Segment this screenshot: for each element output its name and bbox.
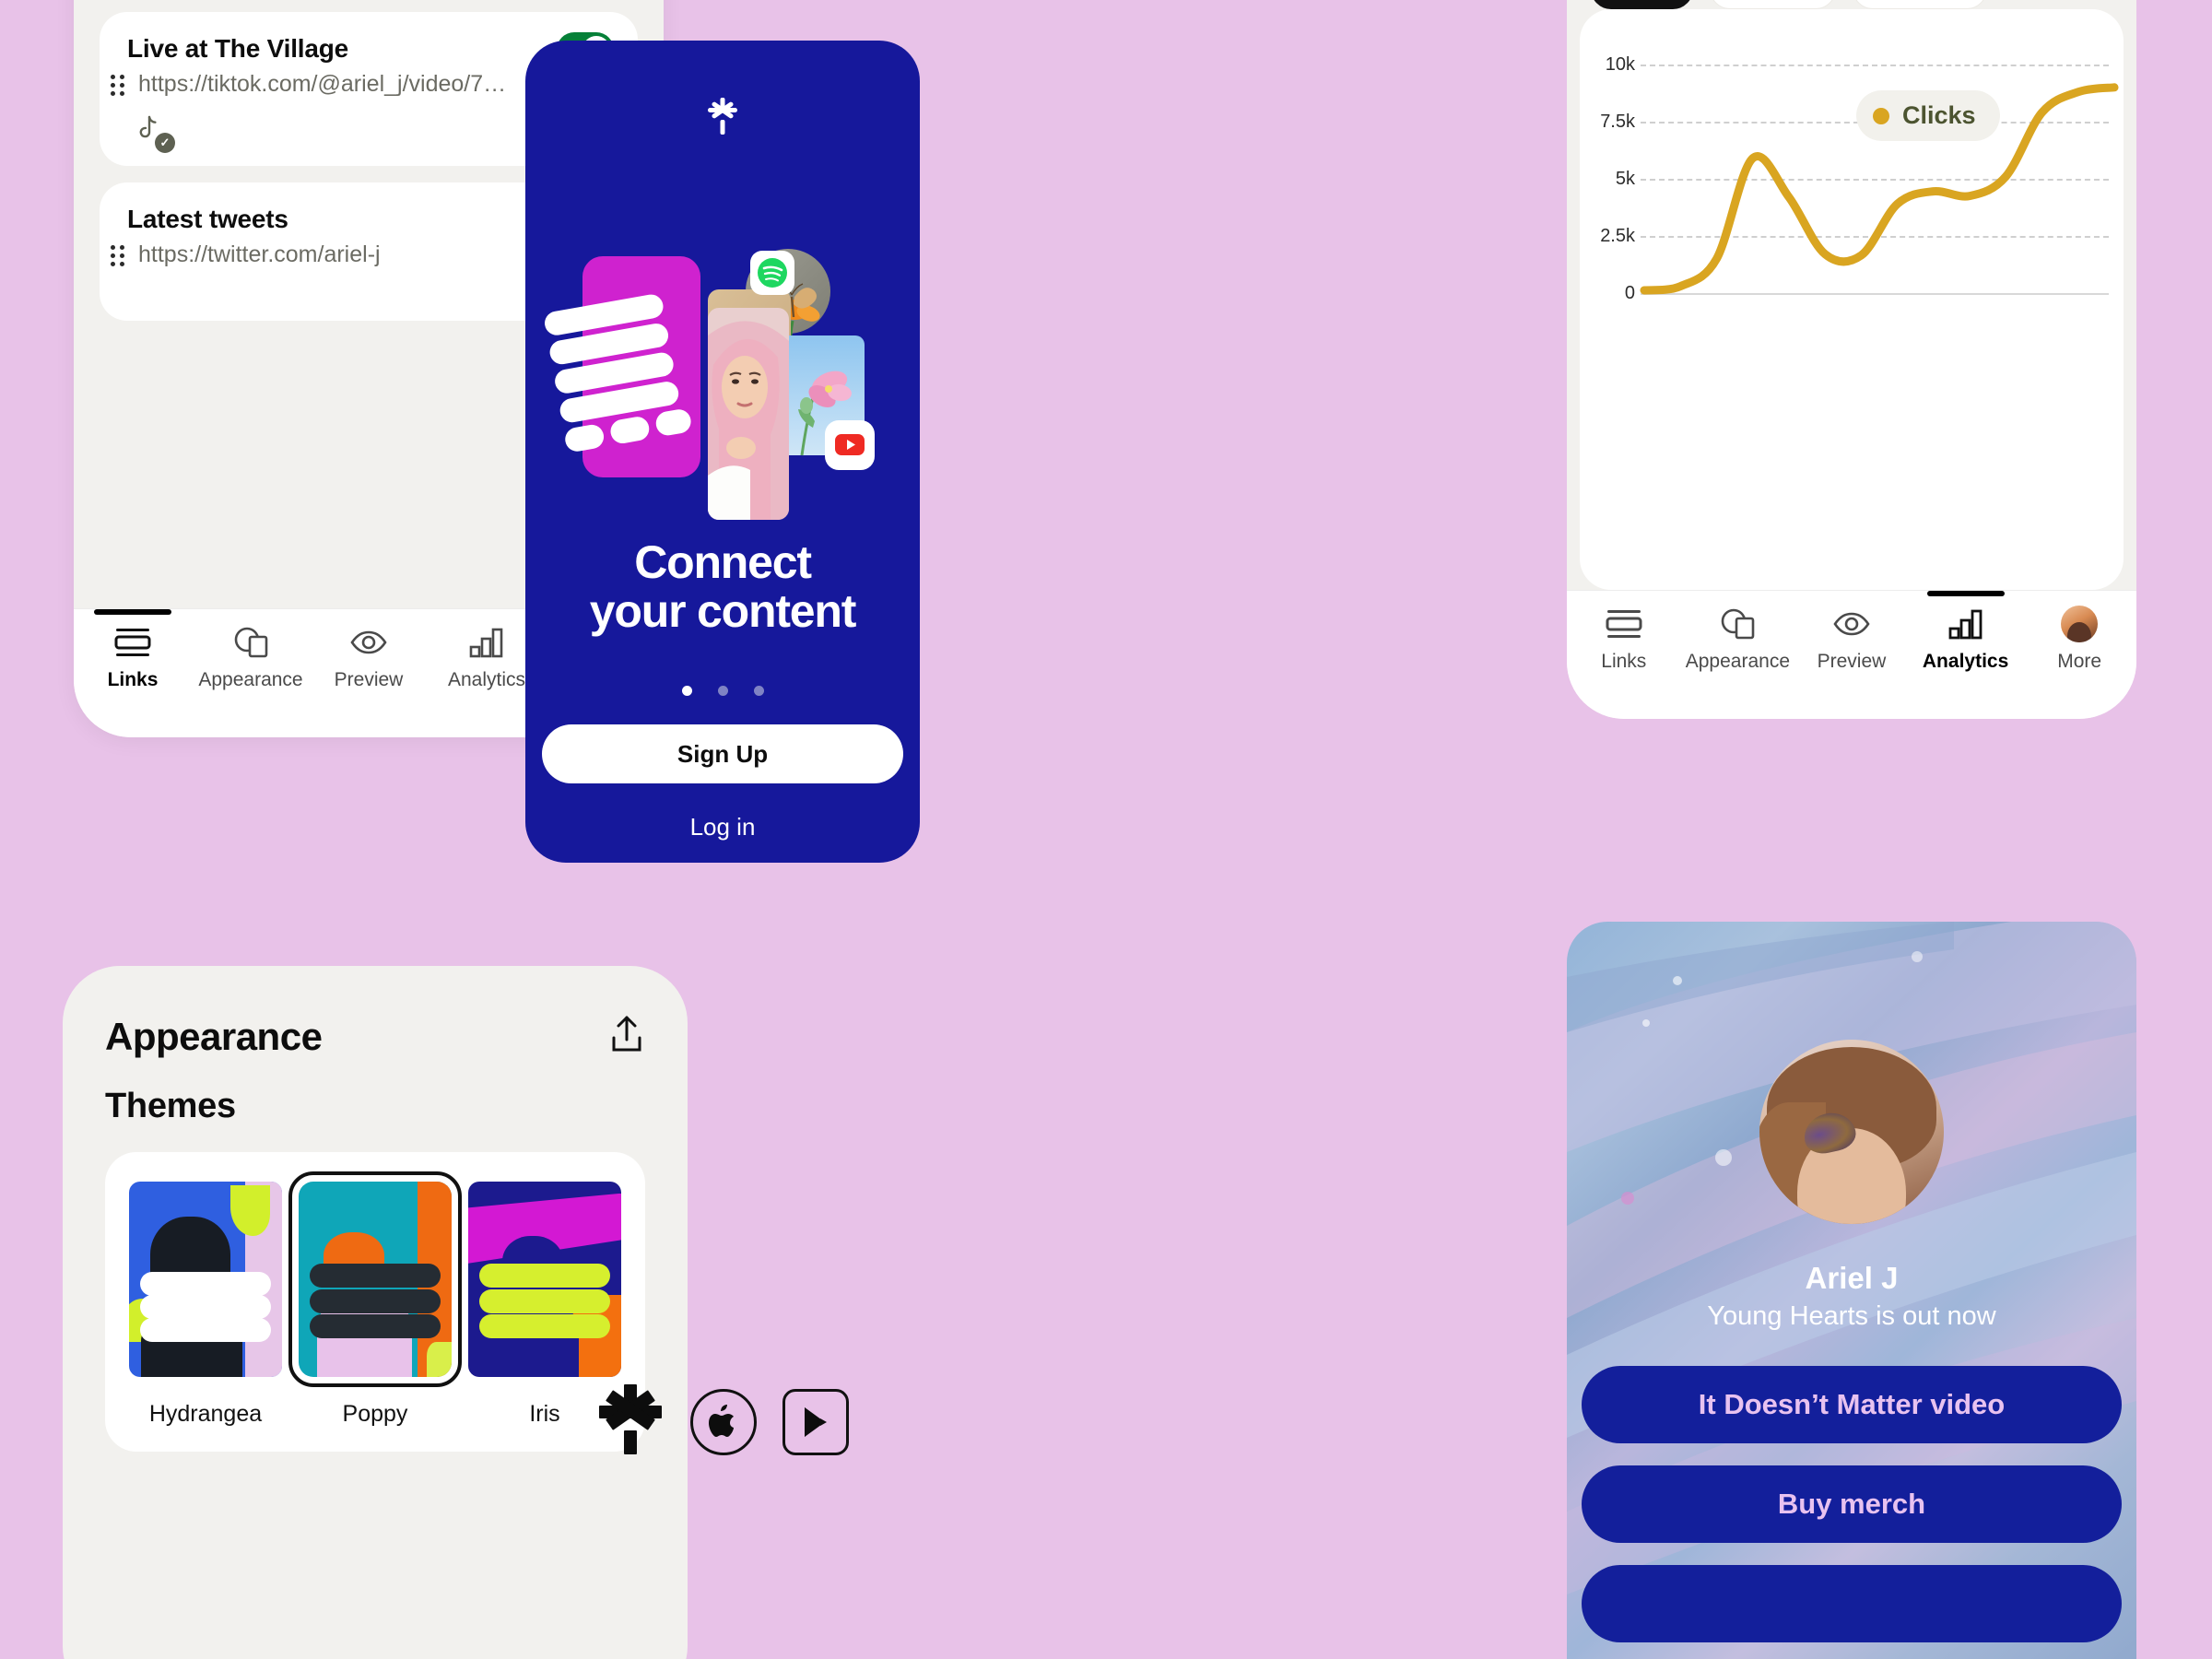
theme-label: Hydrangea [148, 1401, 263, 1427]
chart-legend: Clicks [1856, 90, 2000, 141]
profile-display-name: Ariel J [1805, 1261, 1899, 1295]
profile-preview-card: Ariel J Young Hearts is out now It Doesn… [1567, 922, 2136, 1659]
carousel-dot[interactable] [753, 686, 764, 696]
bar-chart-icon [467, 624, 506, 661]
avatar-icon [2061, 606, 2099, 642]
theme-label: Poppy [342, 1401, 408, 1427]
carousel-dot[interactable] [681, 686, 692, 696]
tab-label: Appearance [198, 669, 303, 690]
range-tab-monthly[interactable]: Monthly [1852, 0, 1987, 9]
carousel-dots[interactable] [525, 686, 920, 696]
onboarding-card: Connect your content Sign Up Log in [525, 41, 920, 863]
headline-line-1: Connect [634, 536, 812, 588]
drag-handle-icon[interactable] [111, 73, 125, 97]
tiktok-badge: ✓ [131, 114, 175, 153]
tab-label: Preview [1817, 651, 1887, 672]
link-url[interactable]: https://twitter.com/ariel-j [138, 241, 381, 268]
appearance-icon [1717, 606, 1758, 642]
appearance-panel: Appearance Themes Hydrangea Poppy Iris [63, 966, 688, 1659]
hero-illustration [525, 151, 920, 538]
chart-series-clicks [1640, 83, 2119, 295]
page-title: Connect your content [525, 538, 920, 635]
range-tab-daily[interactable]: Daily [1591, 0, 1694, 9]
tab-appearance[interactable]: Appearance [1681, 606, 1795, 673]
tab-appearance[interactable]: Appearance [192, 624, 310, 691]
tab-preview[interactable]: Preview [1794, 606, 1909, 673]
theme-preview [129, 1182, 282, 1377]
apple-icon[interactable] [690, 1388, 757, 1455]
tab-label: Analytics [1922, 651, 2009, 672]
analytics-panel-phone: Daily Weekly Monthly 10k 7.5k 5k 2.5k 0 … [1567, 0, 2136, 719]
store-badges[interactable] [525, 1382, 920, 1461]
range-tab-weekly[interactable]: Weekly [1710, 0, 1836, 9]
tab-preview[interactable]: Preview [310, 624, 428, 691]
page-title: Appearance [105, 1014, 323, 1058]
tab-more[interactable]: More [2022, 606, 2136, 673]
profile-link-button[interactable] [1582, 1565, 2122, 1642]
links-icon [1604, 606, 1644, 642]
bottom-tab-bar[interactable]: Links Appearance Preview Analytics More [1567, 590, 2136, 719]
carousel-dot[interactable] [717, 686, 728, 696]
google-play-icon[interactable] [782, 1388, 849, 1455]
eye-icon [348, 624, 389, 661]
avatar [1759, 1040, 1944, 1224]
profile-link-button[interactable]: Buy merch [1582, 1465, 2122, 1543]
clicks-line-chart: 10k 7.5k 5k 2.5k 0 Clicks [1580, 9, 2124, 590]
eye-icon [1831, 606, 1872, 642]
legend-label: Clicks [1902, 101, 1976, 129]
link-url[interactable]: https://tiktok.com/@ariel_j/video/7107cw… [138, 71, 507, 98]
log-in-link[interactable]: Log in [525, 813, 920, 841]
check-icon: ✓ [155, 133, 175, 153]
profile-bio: Young Hearts is out now [1707, 1301, 1996, 1331]
tab-label: Links [1601, 651, 1647, 672]
legend-color-dot [1873, 107, 1889, 124]
theme-preview [468, 1182, 621, 1377]
links-icon [112, 624, 153, 661]
spotify-icon [750, 251, 794, 295]
profile-link-button[interactable]: It Doesn’t Matter video [1582, 1366, 2122, 1443]
tab-label: Links [107, 669, 159, 690]
tab-label: Analytics [447, 669, 526, 690]
theme-preview [288, 1171, 462, 1387]
linktree-asterisk-icon [707, 98, 738, 135]
bar-chart-icon [1947, 606, 1985, 642]
tab-links[interactable]: Links [1567, 606, 1681, 673]
linktree-asterisk-icon [596, 1382, 665, 1461]
section-title: Themes [105, 1087, 236, 1125]
tab-label: Appearance [1685, 651, 1791, 672]
sign-up-button[interactable]: Sign Up [542, 724, 903, 783]
theme-option-poppy[interactable]: Poppy [288, 1171, 462, 1428]
theme-option-hydrangea[interactable]: Hydrangea [129, 1182, 282, 1428]
tab-label: Preview [334, 669, 404, 690]
headline-line-2: your content [589, 584, 857, 637]
drag-handle-icon[interactable] [111, 243, 125, 267]
share-upload-icon[interactable] [608, 1014, 645, 1059]
youtube-icon [825, 420, 875, 470]
tab-analytics[interactable]: Analytics [1909, 606, 2023, 673]
appearance-icon [230, 624, 271, 661]
range-tabs[interactable]: Daily Weekly Monthly [1591, 0, 1987, 9]
tab-label: More [2057, 651, 2102, 672]
tab-links[interactable]: Links [74, 624, 192, 691]
